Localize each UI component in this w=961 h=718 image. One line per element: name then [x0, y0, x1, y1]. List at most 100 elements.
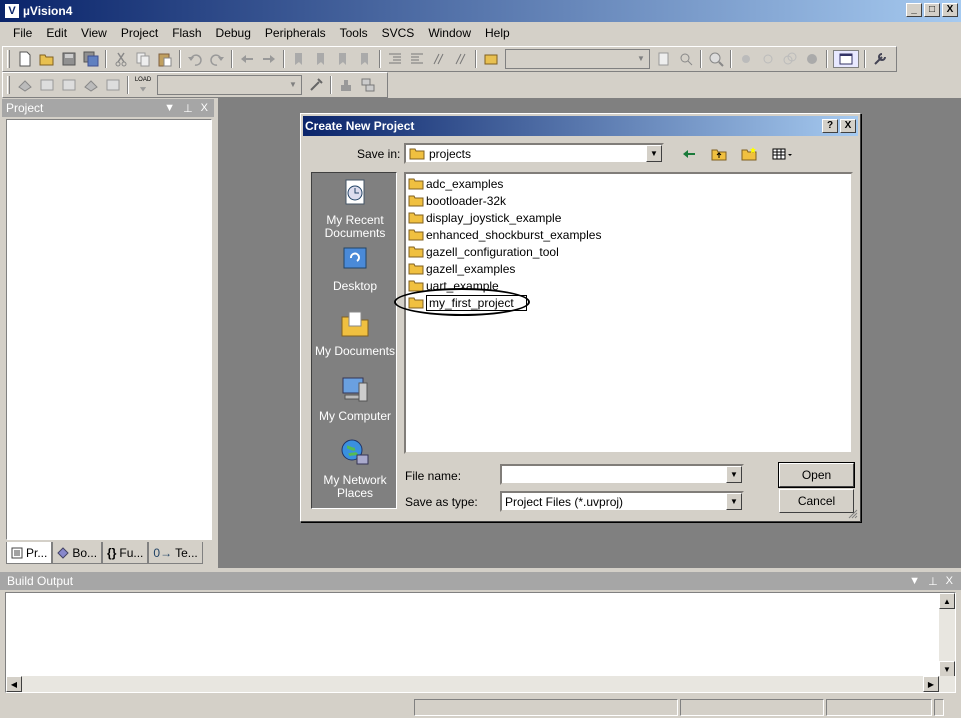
place-my-documents[interactable]: My Documents — [312, 308, 398, 358]
bookmark-prev-icon[interactable] — [312, 50, 330, 68]
cancel-button[interactable]: Cancel — [779, 489, 854, 513]
find-icon[interactable] — [655, 50, 673, 68]
manage-components-icon[interactable] — [337, 76, 355, 94]
menu-debug[interactable]: Debug — [209, 26, 258, 40]
save-all-icon[interactable] — [82, 50, 100, 68]
view-menu-icon[interactable] — [770, 145, 796, 163]
build-icon[interactable] — [38, 76, 56, 94]
toolbar-grip[interactable] — [7, 50, 10, 68]
place-network[interactable]: My Network Places — [312, 437, 398, 500]
menu-help[interactable]: Help — [478, 26, 517, 40]
list-item[interactable]: enhanced_shockburst_examples — [408, 226, 601, 243]
horizontal-scrollbar[interactable]: ◀ ▶ — [6, 676, 955, 692]
list-item[interactable]: display_joystick_example — [408, 209, 561, 226]
find-combo[interactable]: ▼ — [505, 49, 650, 69]
list-item[interactable]: bootloader-32k — [408, 192, 506, 209]
translate-icon[interactable] — [16, 76, 34, 94]
tab-functions[interactable]: {} Fu... — [102, 542, 149, 564]
open-button[interactable]: Open — [778, 462, 855, 488]
select-packs-icon[interactable] — [359, 76, 377, 94]
new-folder-icon[interactable] — [740, 145, 758, 163]
maximize-button[interactable]: □ — [924, 3, 940, 17]
outdent-icon[interactable] — [408, 50, 426, 68]
list-item[interactable]: gazell_configuration_tool — [408, 243, 559, 260]
window-layout-icon[interactable] — [833, 50, 859, 68]
menu-peripherals[interactable]: Peripherals — [258, 26, 333, 40]
vertical-scrollbar[interactable]: ▲ ▼ — [939, 593, 955, 677]
chevron-down-icon[interactable]: ▼ — [286, 77, 300, 93]
chevron-down-icon[interactable]: ▼ — [646, 145, 662, 162]
redo-icon[interactable] — [208, 50, 226, 68]
scroll-up-icon[interactable]: ▲ — [939, 593, 955, 609]
build-output-area[interactable]: ▲ ▼ ◀ ▶ — [5, 592, 956, 693]
chevron-down-icon[interactable]: ▼ — [634, 51, 648, 67]
find-next-icon[interactable] — [677, 50, 695, 68]
menu-project[interactable]: Project — [114, 26, 165, 40]
resize-grip-icon[interactable] — [847, 508, 858, 519]
breakpoint-kill-icon[interactable] — [803, 50, 821, 68]
scroll-left-icon[interactable]: ◀ — [6, 676, 22, 692]
panel-menu-icon[interactable]: ▼ — [164, 102, 175, 115]
place-desktop[interactable]: Desktop — [312, 243, 398, 293]
save-in-select[interactable]: projects ▼ — [404, 143, 664, 164]
file-list[interactable]: adc_examples bootloader-32k display_joys… — [394, 172, 853, 454]
bookmark-clear-icon[interactable] — [356, 50, 374, 68]
stop-build-icon[interactable] — [104, 76, 122, 94]
place-my-computer[interactable]: My Computer — [312, 373, 398, 423]
menu-edit[interactable]: Edit — [39, 26, 74, 40]
panel-close-icon[interactable]: X — [946, 575, 953, 588]
undo-icon[interactable] — [186, 50, 204, 68]
file-name-input[interactable]: ▼ — [500, 464, 744, 485]
menu-window[interactable]: Window — [421, 26, 478, 40]
open-file-icon[interactable] — [38, 50, 56, 68]
place-recent[interactable]: My Recent Documents — [312, 177, 398, 240]
bookmark-icon[interactable] — [290, 50, 308, 68]
tab-project[interactable]: Pr... — [6, 542, 53, 564]
uncomment-icon[interactable] — [452, 50, 470, 68]
rebuild-icon[interactable] — [60, 76, 78, 94]
scroll-down-icon[interactable]: ▼ — [939, 661, 955, 677]
menu-flash[interactable]: Flash — [165, 26, 208, 40]
paste-icon[interactable] — [156, 50, 174, 68]
list-item[interactable]: gazell_examples — [408, 260, 515, 277]
save-as-type-select[interactable]: Project Files (*.uvproj) ▼ — [500, 491, 744, 512]
panel-menu-icon[interactable]: ▼ — [909, 575, 920, 588]
menu-view[interactable]: View — [74, 26, 114, 40]
configure-icon[interactable] — [871, 50, 889, 68]
dialog-close-button[interactable]: X — [840, 119, 856, 133]
menu-tools[interactable]: Tools — [333, 26, 375, 40]
chevron-down-icon[interactable]: ▼ — [726, 466, 742, 483]
zoom-icon[interactable] — [707, 50, 725, 68]
close-button[interactable]: X — [942, 3, 958, 17]
comment-icon[interactable] — [430, 50, 448, 68]
batch-build-icon[interactable] — [82, 76, 100, 94]
nav-forward-icon[interactable] — [260, 50, 278, 68]
debug-start-icon[interactable] — [737, 50, 755, 68]
minimize-button[interactable]: _ — [906, 3, 922, 17]
find-in-files-icon[interactable] — [482, 50, 500, 68]
tab-templates[interactable]: 0→ Te... — [148, 542, 203, 564]
pin-icon[interactable]: ⊥ — [183, 102, 193, 115]
menu-svcs[interactable]: SVCS — [375, 26, 422, 40]
tab-books[interactable]: Bo... — [52, 542, 103, 564]
save-icon[interactable] — [60, 50, 78, 68]
chevron-down-icon[interactable]: ▼ — [726, 493, 742, 510]
up-folder-icon[interactable] — [710, 145, 728, 163]
help-button[interactable]: ? — [822, 119, 838, 133]
breakpoint-clear-icon[interactable] — [781, 50, 799, 68]
new-file-icon[interactable] — [16, 50, 34, 68]
scroll-right-icon[interactable]: ▶ — [923, 676, 939, 692]
list-item[interactable]: adc_examples — [408, 175, 503, 192]
menu-file[interactable]: File — [6, 26, 39, 40]
bookmark-next-icon[interactable] — [334, 50, 352, 68]
load-download-icon[interactable]: LOAD — [134, 76, 152, 94]
panel-close-icon[interactable]: X — [201, 102, 208, 115]
project-tree[interactable] — [6, 119, 212, 540]
indent-icon[interactable] — [386, 50, 404, 68]
nav-back-icon[interactable] — [238, 50, 256, 68]
target-options-icon[interactable] — [307, 76, 325, 94]
copy-icon[interactable] — [134, 50, 152, 68]
breakpoint-icon[interactable] — [759, 50, 777, 68]
cut-icon[interactable] — [112, 50, 130, 68]
target-select[interactable]: ▼ — [157, 75, 302, 95]
